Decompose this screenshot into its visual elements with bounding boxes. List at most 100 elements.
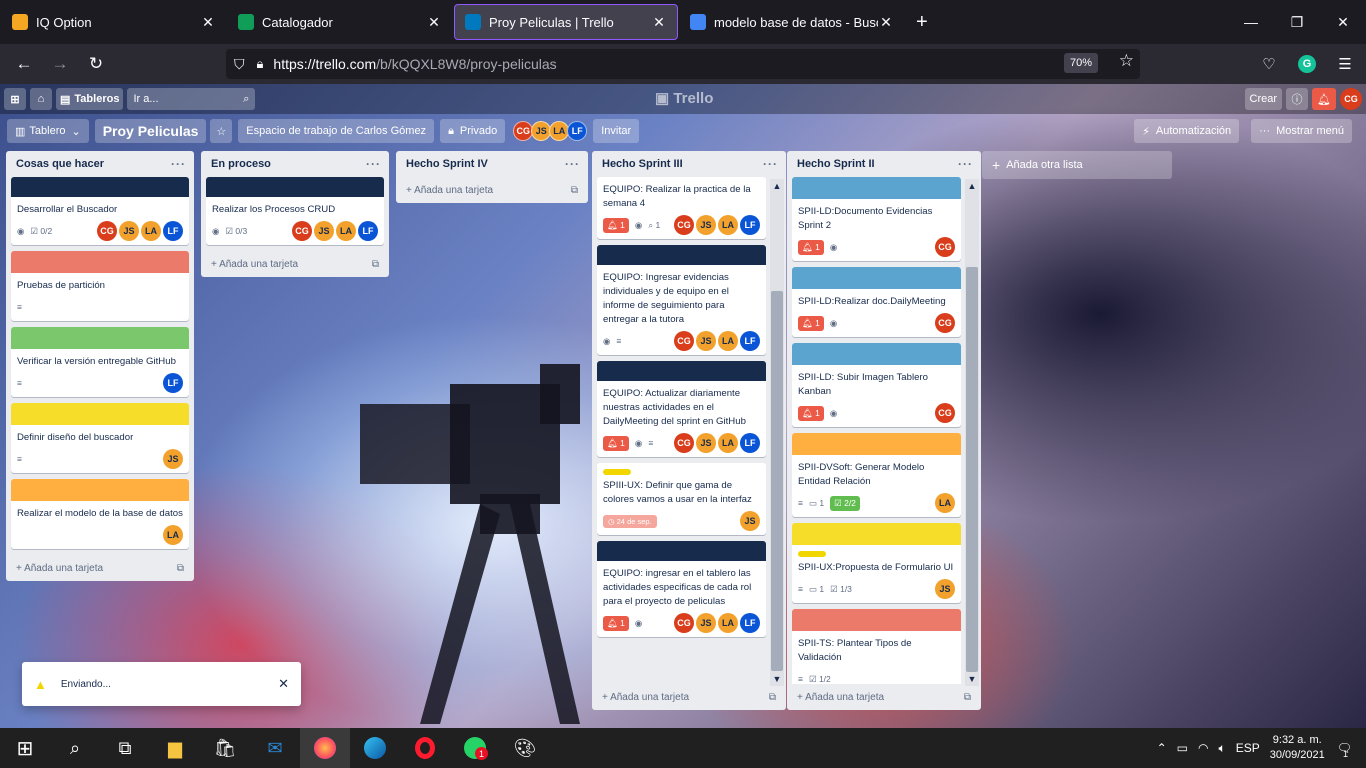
reload-icon[interactable]: ↻ bbox=[78, 48, 114, 80]
card[interactable]: Realizar los Procesos CRUD ◉ ☑ 0/3 CG JS LA LF bbox=[206, 177, 384, 245]
hamburger-menu-icon[interactable]: ☰ bbox=[1332, 48, 1358, 80]
tab-close-icon[interactable]: ✕ bbox=[651, 14, 667, 31]
tab-close-icon[interactable]: ✕ bbox=[200, 14, 216, 31]
member-avatar[interactable]: JS bbox=[696, 331, 716, 351]
list-menu-icon[interactable]: ··· bbox=[565, 157, 580, 171]
card[interactable]: EQUIPO: ingresar en el tablero las activ… bbox=[597, 541, 766, 637]
member-avatar[interactable]: LF bbox=[740, 613, 760, 633]
minimize-icon[interactable]: — bbox=[1228, 0, 1274, 44]
automation-button[interactable]: ⚡︎ Automatización bbox=[1134, 119, 1240, 143]
member-avatar[interactable]: LF bbox=[163, 221, 183, 241]
card[interactable]: Pruebas de partición ≡ bbox=[11, 251, 189, 321]
card-label[interactable] bbox=[603, 469, 631, 475]
member-avatar[interactable]: LF bbox=[740, 433, 760, 453]
boards-button[interactable]: ▤ Tableros bbox=[56, 88, 124, 110]
member-avatar[interactable]: CG bbox=[935, 313, 955, 333]
forward-icon[interactable]: → bbox=[42, 48, 78, 80]
browser-tab[interactable]: IQ Option ✕ bbox=[2, 4, 226, 40]
edge-icon[interactable] bbox=[350, 728, 400, 768]
list-title[interactable]: Hecho Sprint II bbox=[797, 158, 875, 170]
card[interactable]: Definir diseño del buscador ≡ JS bbox=[11, 403, 189, 473]
maximize-icon[interactable]: ❐ bbox=[1274, 0, 1320, 44]
list-scrollbar[interactable]: ▲ ▼ bbox=[965, 179, 979, 686]
create-button[interactable]: Crear bbox=[1244, 88, 1283, 110]
member-avatar[interactable]: LA bbox=[549, 121, 570, 141]
member-avatar[interactable]: CG bbox=[513, 121, 534, 141]
member-avatar[interactable]: LA bbox=[718, 215, 738, 235]
list-header[interactable]: Hecho Sprint III ··· bbox=[592, 151, 786, 177]
member-avatar[interactable]: LA bbox=[163, 525, 183, 545]
member-avatar[interactable]: JS bbox=[531, 121, 552, 141]
card[interactable]: Realizar el modelo de la base de datos LA bbox=[11, 479, 189, 549]
shield-icon[interactable]: ⛉ bbox=[234, 56, 245, 73]
list-menu-icon[interactable]: ··· bbox=[763, 157, 778, 171]
list-menu-icon[interactable]: ··· bbox=[366, 157, 381, 171]
member-avatar[interactable]: CG bbox=[674, 433, 694, 453]
language-indicator[interactable]: ESP bbox=[1236, 741, 1260, 755]
whatsapp-icon[interactable]: 1 bbox=[450, 728, 500, 768]
firefox-icon[interactable] bbox=[300, 728, 350, 768]
search-taskbar-icon[interactable]: ⌕ bbox=[50, 728, 100, 768]
card[interactable]: SPII-LD:Documento Evidencias Sprint 2 🔔︎ … bbox=[792, 177, 961, 261]
member-avatar[interactable]: CG bbox=[674, 613, 694, 633]
invite-button[interactable]: Invitar bbox=[593, 119, 640, 143]
list-title[interactable]: Hecho Sprint III bbox=[602, 158, 683, 170]
home-icon[interactable]: ⌂ bbox=[30, 88, 52, 110]
notifications-bell-icon[interactable]: 🔔︎ bbox=[1312, 88, 1336, 110]
close-window-icon[interactable]: ✕ bbox=[1320, 0, 1366, 44]
card[interactable]: EQUIPO: Realizar la practica de la seman… bbox=[597, 177, 766, 239]
info-icon[interactable]: ⓘ bbox=[1286, 88, 1309, 110]
opera-icon[interactable] bbox=[400, 728, 450, 768]
back-icon[interactable]: ← bbox=[6, 48, 42, 80]
member-avatar[interactable]: LA bbox=[718, 331, 738, 351]
member-avatar[interactable]: LF bbox=[740, 215, 760, 235]
member-avatar[interactable]: JS bbox=[314, 221, 334, 241]
member-avatar[interactable]: LA bbox=[935, 493, 955, 513]
add-card-button[interactable]: + Añada una tarjeta ⧉ bbox=[787, 684, 981, 710]
member-avatar[interactable]: LF bbox=[163, 373, 183, 393]
member-avatar[interactable]: CG bbox=[935, 237, 955, 257]
member-avatar[interactable]: JS bbox=[935, 579, 955, 599]
member-avatar[interactable]: CG bbox=[97, 221, 117, 241]
list-scrollbar[interactable]: ▲ ▼ bbox=[770, 179, 784, 686]
notification-center-icon[interactable]: 🗨︎ 1 bbox=[1337, 741, 1352, 759]
list-title[interactable]: En proceso bbox=[211, 158, 271, 170]
scroll-thumb[interactable] bbox=[771, 291, 783, 671]
scroll-down-icon[interactable]: ▼ bbox=[770, 674, 784, 684]
clock[interactable]: 9:32 a. m. 30/09/2021 bbox=[1270, 733, 1325, 763]
bookmark-star-icon[interactable]: ☆ bbox=[1119, 51, 1134, 71]
member-avatar[interactable]: LA bbox=[718, 433, 738, 453]
card-template-icon[interactable]: ⧉ bbox=[571, 185, 578, 196]
member-avatar[interactable]: JS bbox=[740, 511, 760, 531]
add-list-button[interactable]: + Añada otra lista bbox=[982, 151, 1172, 179]
card[interactable]: Verificar la versión entregable GitHub ≡ L… bbox=[11, 327, 189, 397]
member-avatar[interactable]: JS bbox=[696, 215, 716, 235]
add-card-button[interactable]: + Añada una tarjeta ⧉ bbox=[592, 684, 786, 710]
browser-tab[interactable]: Proy Peliculas | Trello ✕ bbox=[454, 4, 678, 40]
member-avatar[interactable]: JS bbox=[696, 613, 716, 633]
pocket-icon[interactable]: ♡ bbox=[1256, 48, 1282, 80]
due-date-badge[interactable]: ◷ 24 de sep. bbox=[603, 514, 657, 528]
list-title[interactable]: Hecho Sprint IV bbox=[406, 158, 488, 170]
workspace-button[interactable]: Espacio de trabajo de Carlos Gómez bbox=[238, 119, 435, 143]
card[interactable]: SPII-LD:Realizar doc.DailyMeeting 🔔︎ 1 ◉ CG bbox=[792, 267, 961, 337]
mail-icon[interactable]: ✉ bbox=[250, 728, 300, 768]
card-template-icon[interactable]: ⧉ bbox=[177, 563, 184, 574]
card[interactable]: SPII-DVSoft: Generar Modelo Entidad Rela… bbox=[792, 433, 961, 517]
card[interactable]: SPII-UX:Propuesta de Formulario UI ≡ ▭ 1 ☑ … bbox=[792, 523, 961, 603]
new-tab-icon[interactable]: + bbox=[916, 11, 928, 34]
list-title[interactable]: Cosas que hacer bbox=[16, 158, 104, 170]
card[interactable]: SPII-TS: Plantear Tipos de Validación ≡ ☑ … bbox=[792, 609, 961, 684]
wifi-icon[interactable]: ◠ bbox=[1198, 741, 1208, 755]
address-bar[interactable]: ⛉ 🔒︎ https://trello.com/b/kQQXL8W8/proy-… bbox=[226, 49, 1140, 79]
search-input[interactable]: Ir a... ⌕ bbox=[127, 88, 256, 110]
card-template-icon[interactable]: ⧉ bbox=[769, 692, 776, 703]
task-view-icon[interactable]: ⧉ bbox=[100, 728, 150, 768]
browser-tab[interactable]: modelo base de datos - Buscar c✕ bbox=[680, 4, 904, 40]
add-card-button[interactable]: + Añada una tarjeta ⧉ bbox=[6, 555, 194, 581]
member-avatar[interactable]: JS bbox=[163, 449, 183, 469]
member-avatar[interactable]: CG bbox=[935, 403, 955, 423]
grammarly-icon[interactable]: G bbox=[1294, 48, 1320, 80]
board-title[interactable]: Proy Peliculas bbox=[94, 119, 207, 143]
store-icon[interactable]: 🛍︎ bbox=[200, 728, 250, 768]
